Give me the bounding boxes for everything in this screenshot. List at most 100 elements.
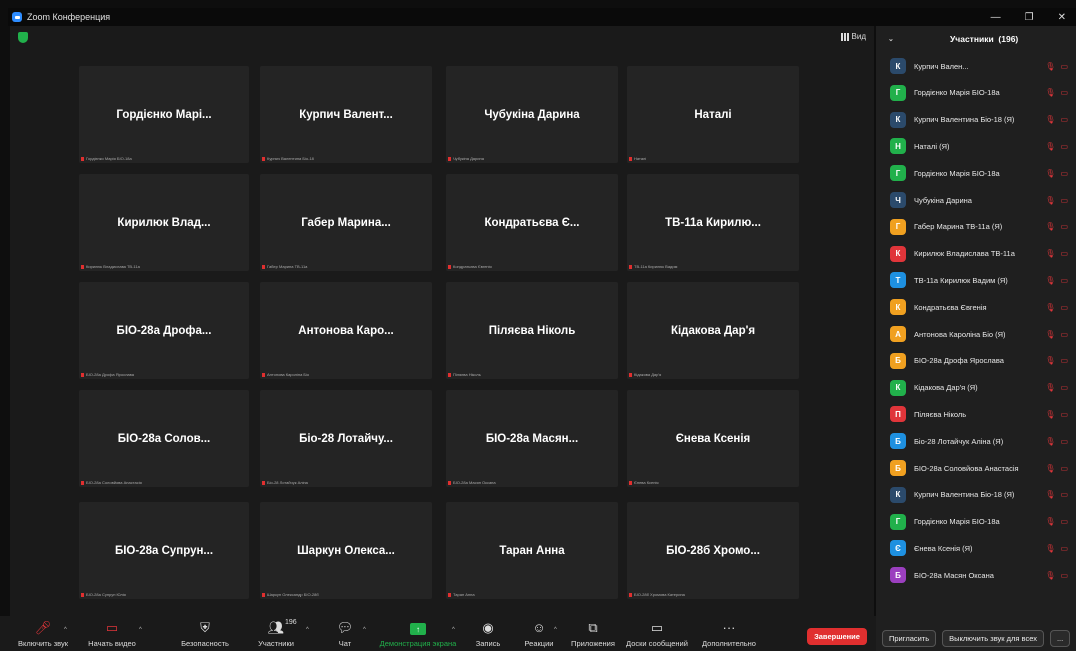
reactions-caret-icon[interactable]: ^ bbox=[554, 627, 557, 633]
participant-name: Кирилюк Владислава ТВ-11а bbox=[914, 249, 1015, 259]
participant-row[interactable]: Г Гордієнко Марія БІО-18а 🎙︎ ▭ bbox=[876, 161, 1076, 185]
participant-row[interactable]: А Антонова Кароліна Біо (Я) 🎙︎ ▭ bbox=[876, 322, 1076, 346]
participant-status: 🎙︎ ▭ bbox=[1045, 571, 1068, 580]
record-button[interactable]: ◉ Запись bbox=[472, 616, 504, 651]
participant-name: Гордієнко Марія БІО-18а bbox=[914, 517, 1000, 527]
participant-status: 🎙︎ ▭ bbox=[1045, 115, 1068, 124]
more-options-button[interactable]: ... bbox=[1049, 630, 1071, 647]
tile-display-name: ТВ-11а Кирилю... bbox=[665, 216, 761, 229]
tile-name-label: Таран Анна bbox=[448, 592, 475, 597]
video-tile[interactable]: Єнева Ксенія Єнева Ксенія bbox=[627, 390, 799, 487]
share-screen-button[interactable]: ↑ Демонстрация экрана bbox=[378, 616, 458, 651]
video-tile[interactable]: БІО-28б Хромо... БІО-28б Хромова Катерина bbox=[627, 502, 799, 599]
invite-button[interactable]: Пригласить bbox=[882, 630, 937, 647]
close-button[interactable]: ✕ bbox=[1058, 12, 1066, 23]
mic-muted-icon: 🎙︎ bbox=[1045, 463, 1056, 473]
chat-button[interactable]: 💬︎ Чат bbox=[332, 616, 358, 651]
participant-row[interactable]: Н Наталі (Я) 🎙︎ ▭ bbox=[876, 134, 1076, 158]
participant-row[interactable]: Г Гордієнко Марія БІО-18а 🎙︎ ▭ bbox=[876, 81, 1076, 105]
avatar: Б bbox=[890, 433, 906, 450]
video-tile[interactable]: Кирилюк Влад... Кирилюк Владислава ТВ-11а bbox=[79, 174, 249, 271]
meeting-toolbar: 🎤︎ Включить звук ^ ▭ Начать видео ^ ⛨ Бе… bbox=[0, 616, 876, 651]
tile-display-name: Габер Марина... bbox=[301, 216, 391, 229]
participant-row[interactable]: К Курпич Валентина Біо-18 (Я) 🎙︎ ▭ bbox=[876, 108, 1076, 132]
video-tile[interactable]: Біо-28 Лотайчу... Біо-28 Лотайчук Аліна bbox=[260, 390, 432, 487]
participant-row[interactable]: Б Біо-28 Лотайчук Аліна (Я) 🎙︎ ▭ bbox=[876, 429, 1076, 453]
minimize-button[interactable]: — bbox=[991, 12, 1001, 23]
mic-muted-icon: 🎙︎ bbox=[1045, 88, 1056, 98]
participant-row[interactable]: Г Гордієнко Марія БІО-18а 🎙︎ ▭ bbox=[876, 510, 1076, 534]
tile-name-label: Єнева Ксенія bbox=[629, 480, 659, 485]
mic-muted-icon bbox=[448, 592, 451, 597]
maximize-button[interactable]: ❐ bbox=[1025, 12, 1034, 23]
video-tile[interactable]: Наталі Наталі bbox=[627, 66, 799, 163]
participants-caret-icon[interactable]: ^ bbox=[306, 627, 309, 633]
zoom-window: Zoom Конференция — ❐ ✕ Вид Гордієнко Мар… bbox=[0, 0, 1076, 651]
end-meeting-button[interactable]: Завершение bbox=[807, 628, 867, 645]
video-tile[interactable]: БІО-28а Солов... БІО-28а Соловйова Анаста… bbox=[79, 390, 249, 487]
participant-row[interactable]: К Курпич Валентина Біо-18 (Я) 🎙︎ ▭ bbox=[876, 483, 1076, 507]
chat-caret-icon[interactable]: ^ bbox=[363, 627, 366, 633]
tile-display-name: Наталі bbox=[694, 108, 732, 121]
chevron-down-icon[interactable]: ⌄ bbox=[888, 35, 894, 43]
participant-row[interactable]: К Кирилюк Владислава ТВ-11а 🎙︎ ▭ bbox=[876, 242, 1076, 266]
video-tile[interactable]: Антонова Каро... Антонова Кароліна Біо bbox=[260, 282, 432, 379]
participant-row[interactable]: К Кондратьєва Євгенія 🎙︎ ▭ bbox=[876, 295, 1076, 319]
encryption-shield-icon[interactable] bbox=[18, 32, 28, 43]
video-tile[interactable]: Курпич Валент... Курпич Валентина Біо-18 bbox=[260, 66, 432, 163]
more-button[interactable]: ··· Дополнительно bbox=[700, 616, 758, 651]
mic-muted-icon bbox=[81, 264, 84, 269]
tile-name-label: Гордієнко Марія БІО-18а bbox=[81, 156, 132, 161]
video-tile[interactable]: БІО-28а Супрун... БІО-28а Супрун Юлія bbox=[79, 502, 249, 599]
unmute-button[interactable]: 🎤︎ Включить звук bbox=[14, 616, 72, 651]
tile-name-label: БІО-28а Соловйова Анастасія bbox=[81, 480, 142, 485]
apps-button[interactable]: ⧉ Приложения bbox=[568, 616, 618, 651]
video-tile[interactable]: Габер Марина... Габер Марина ТВ-11а bbox=[260, 174, 432, 271]
tile-display-name: Кідакова Дар'я bbox=[670, 324, 756, 337]
video-tile[interactable]: ТВ-11а Кирилю... ТВ-11а Кирилюк Вадим bbox=[627, 174, 799, 271]
tile-name-label: Біо-28 Лотайчук Аліна bbox=[262, 480, 308, 485]
participant-name: Курпич Валентина Біо-18 (Я) bbox=[914, 490, 1015, 500]
share-caret-icon[interactable]: ^ bbox=[452, 627, 455, 633]
video-tile[interactable]: Чубукіна Дарина Чубукіна Дарина bbox=[446, 66, 618, 163]
participant-row[interactable]: Є Єнева Ксенія (Я) 🎙︎ ▭ bbox=[876, 536, 1076, 560]
view-button[interactable]: Вид bbox=[840, 32, 866, 41]
audio-caret-icon[interactable]: ^ bbox=[64, 627, 67, 633]
video-tile[interactable]: БІО-28а Масян... БІО-28а Масян Оксана bbox=[446, 390, 618, 487]
participant-row[interactable]: П Піляєва Ніколь 🎙︎ ▭ bbox=[876, 402, 1076, 426]
video-tile[interactable]: Таран Анна Таран Анна bbox=[446, 502, 618, 599]
participant-row[interactable]: Г Габер Марина ТВ-11а (Я) 🎙︎ ▭ bbox=[876, 215, 1076, 239]
participant-row[interactable]: Б БІО-28а Масян Оксана 🎙︎ ▭ bbox=[876, 563, 1076, 587]
mic-muted-icon: 🎙︎ bbox=[1045, 275, 1056, 285]
whiteboard-button[interactable]: ▭ Доски сообщений bbox=[624, 616, 690, 651]
video-caret-icon[interactable]: ^ bbox=[139, 627, 142, 633]
participant-row[interactable]: Т ТВ-11а Кирилюк Вадим (Я) 🎙︎ ▭ bbox=[876, 268, 1076, 292]
start-video-button[interactable]: ▭ Начать видео bbox=[84, 616, 140, 651]
mic-muted-icon bbox=[448, 156, 451, 161]
window-title: Zoom Конференция bbox=[27, 12, 111, 22]
participant-status: 🎙︎ ▭ bbox=[1045, 169, 1068, 178]
tile-display-name: Гордієнко Марі... bbox=[116, 108, 212, 121]
participant-status: 🎙︎ ▭ bbox=[1045, 142, 1068, 151]
video-tile[interactable]: Гордієнко Марі... Гордієнко Марія БІО-18а bbox=[79, 66, 249, 163]
participant-row[interactable]: Б БІО-28а Дрофа Ярослава 🎙︎ ▭ bbox=[876, 349, 1076, 373]
view-label: Вид bbox=[851, 32, 866, 41]
mic-muted-icon: 🎙︎ bbox=[1045, 115, 1056, 125]
avatar: Г bbox=[890, 84, 906, 101]
mute-all-button[interactable]: Выключить звук для всех bbox=[942, 630, 1044, 647]
security-button[interactable]: ⛨ Безопасность bbox=[176, 616, 234, 651]
participant-row[interactable]: Ч Чубукіна Дарина 🎙︎ ▭ bbox=[876, 188, 1076, 212]
participants-header: ⌄ Участники (196) bbox=[876, 26, 1076, 52]
video-tile[interactable]: Кідакова Дар'я Кідакова Дар'я bbox=[627, 282, 799, 379]
participant-name: Кондратьєва Євгенія bbox=[914, 302, 987, 312]
video-tile[interactable]: Шаркун Олекса... Шаркун Олександр БІО-28б bbox=[260, 502, 432, 599]
participant-row[interactable]: К Курпич Вален... 🎙︎ ▭ bbox=[876, 54, 1076, 78]
video-tile[interactable]: БІО-28а Дрофа... БІО-28а Дрофа Ярослава bbox=[79, 282, 249, 379]
participant-row[interactable]: Б БІО-28а Соловйова Анастасія 🎙︎ ▭ bbox=[876, 456, 1076, 480]
participant-name: Антонова Кароліна Біо (Я) bbox=[914, 329, 1006, 339]
video-tile[interactable]: Кондратьєва Є... Кондратьєва Євгенія bbox=[446, 174, 618, 271]
participant-row[interactable]: К Кідакова Дар'я (Я) 🎙︎ ▭ bbox=[876, 376, 1076, 400]
participant-status: 🎙︎ ▭ bbox=[1045, 62, 1068, 71]
reactions-button[interactable]: ☺ Реакции bbox=[522, 616, 556, 651]
video-tile[interactable]: Піляєва Ніколь Піляєва Ніколь bbox=[446, 282, 618, 379]
